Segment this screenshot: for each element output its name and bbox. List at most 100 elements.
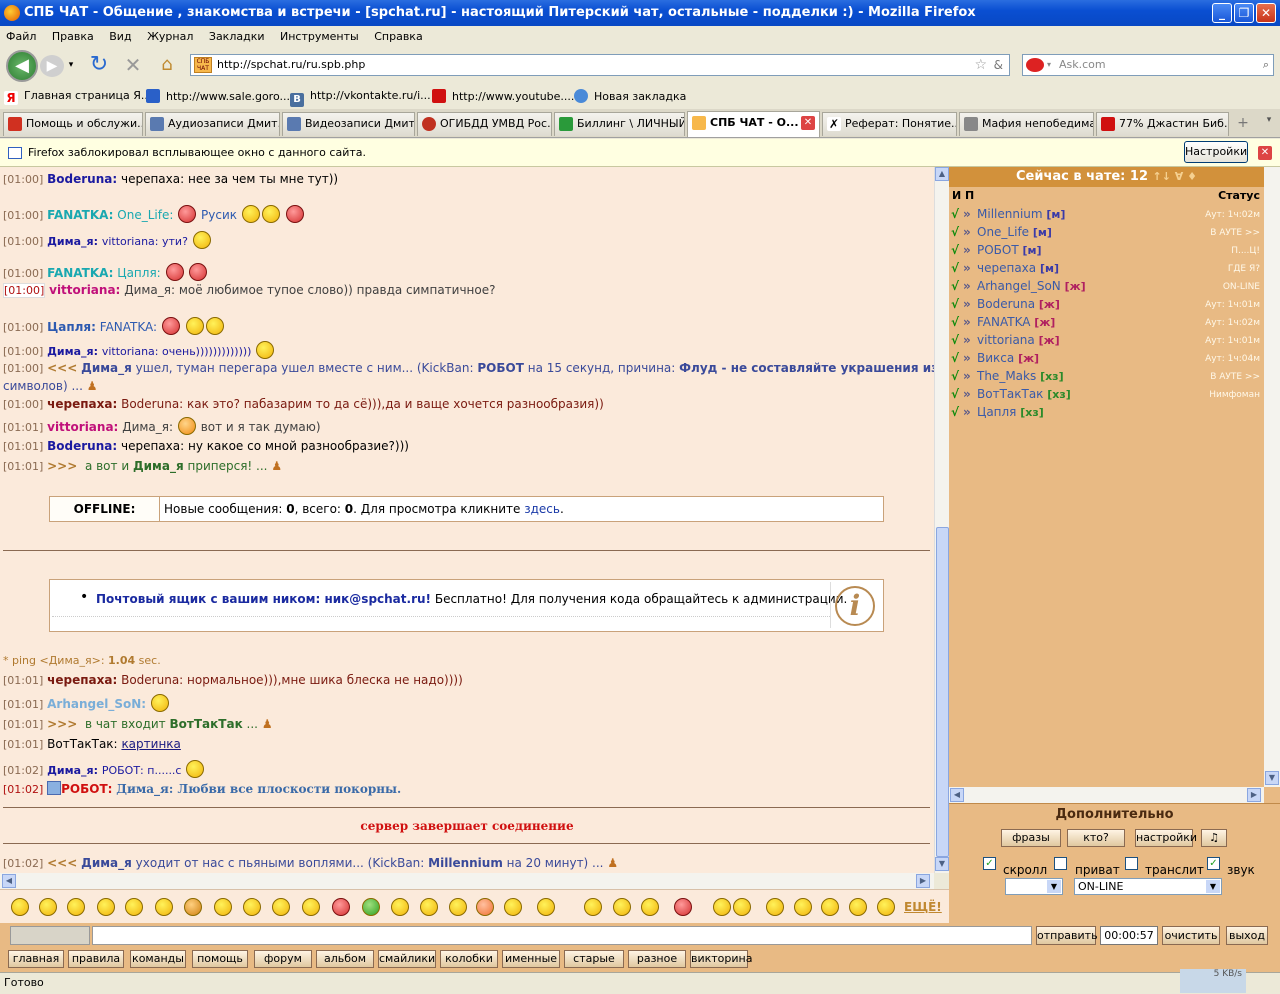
picture-link[interactable]: картинка xyxy=(121,737,180,751)
bookmark-star-icon[interactable]: ☆ xyxy=(974,55,987,75)
sound-checkbox[interactable]: ✓ xyxy=(1207,857,1220,870)
nav-main-button[interactable]: главная xyxy=(8,950,64,968)
tab-list-icon[interactable]: ▾ xyxy=(1262,115,1276,135)
smile-icon[interactable] xyxy=(713,898,731,916)
bookmark-vkontakte[interactable]: Bhttp://vkontakte.ru/i... xyxy=(290,89,431,107)
nick[interactable]: Дима_я: xyxy=(47,235,98,248)
nick[interactable]: Дима_я xyxy=(81,361,132,375)
send-button[interactable]: отправить xyxy=(1036,926,1098,945)
nav-quiz-button[interactable]: викторина xyxy=(690,950,752,968)
bookmark-new[interactable]: Новая закладка xyxy=(574,89,686,103)
tab-referat[interactable]: ✗ Реферат: Понятие... xyxy=(822,112,957,136)
menu-tools[interactable]: Инструменты xyxy=(274,26,365,43)
menu-bookmarks[interactable]: Закладки xyxy=(203,26,271,43)
nick[interactable]: черепаха: xyxy=(47,673,117,687)
music-icon[interactable]: ♫ xyxy=(1201,829,1227,847)
nav-album-button[interactable]: альбом xyxy=(316,950,374,968)
tab-help[interactable]: Помощь и обслужи... xyxy=(3,112,143,136)
nick[interactable]: Boderuna: xyxy=(47,439,117,453)
menu-file[interactable]: Файл xyxy=(0,26,42,43)
smile-icon[interactable] xyxy=(125,898,143,916)
smile-icon[interactable] xyxy=(504,898,522,916)
user-name[interactable]: FANATKA [ж] xyxy=(977,313,1055,332)
bookmark-yandex[interactable]: Я Главная страница Я... xyxy=(4,89,151,105)
user-name[interactable]: vittoriana [ж] xyxy=(977,331,1060,350)
chat-horizontal-scrollbar[interactable]: ◀ ▶ xyxy=(0,873,934,889)
translit-checkbox[interactable] xyxy=(1125,857,1138,870)
user-name[interactable]: черепаха [м] xyxy=(977,259,1059,278)
user-name[interactable]: The_Maks [хз] xyxy=(977,367,1064,386)
user-name[interactable]: One_Life [м] xyxy=(977,223,1052,242)
cool-smiley-icon[interactable] xyxy=(214,898,232,916)
more-smileys-link[interactable]: ЕЩЁ! xyxy=(904,900,942,914)
nick[interactable]: РОБОТ xyxy=(477,361,524,375)
column-name[interactable]: И П xyxy=(952,187,974,205)
love-smiley-icon[interactable] xyxy=(332,898,350,916)
user-name[interactable]: ВотТакТак [хз] xyxy=(977,385,1071,404)
user-row[interactable]: √» Millennium [м] Аут: 1ч:02м xyxy=(949,205,1264,223)
page-action-icon[interactable]: & xyxy=(994,55,1003,75)
home-icon[interactable]: ⌂ xyxy=(156,51,178,79)
tab-spbchat[interactable]: СПБ ЧАТ - О... ✕ xyxy=(687,111,820,137)
wink-smiley-icon[interactable] xyxy=(794,898,812,916)
close-button[interactable]: ✕ xyxy=(1256,3,1276,23)
forward-arrow-icon[interactable]: ▶ xyxy=(40,55,64,77)
scroll-right-icon[interactable]: ▶ xyxy=(1247,788,1261,802)
private-arrow-icon[interactable]: » xyxy=(963,367,971,385)
nav-commands-button[interactable]: команды xyxy=(130,950,186,968)
engine-dropdown-icon[interactable]: ▾ xyxy=(1047,55,1051,75)
user-name[interactable]: Викса [ж] xyxy=(977,349,1039,368)
url-bar[interactable]: СПБ ЧАТ http://spchat.ru/ru.spb.php ☆ & xyxy=(190,54,1010,76)
user-row[interactable]: √» черепаха [м] ГДЕ Я? xyxy=(949,259,1264,277)
reload-icon[interactable]: ↻ xyxy=(88,51,110,79)
nick[interactable]: Arhangel_SoN: xyxy=(47,697,146,711)
user-row[interactable]: √» vittoriana [ж] Аут: 1ч:01м xyxy=(949,331,1264,349)
private-arrow-icon[interactable]: » xyxy=(963,259,971,277)
user-row[interactable]: √» ВотТакТак [хз] Нимфоман xyxy=(949,385,1264,403)
tongue-smiley-icon[interactable] xyxy=(302,898,320,916)
smile-icon[interactable] xyxy=(11,898,29,916)
minimize-button[interactable]: _ xyxy=(1212,3,1232,23)
tab-close-icon[interactable]: ✕ xyxy=(801,116,815,130)
exit-button[interactable]: выход xyxy=(1226,926,1268,945)
scroll-up-icon[interactable]: ▲ xyxy=(935,167,949,181)
menu-help[interactable]: Справка xyxy=(368,26,428,43)
new-tab-icon[interactable]: + xyxy=(1232,115,1254,135)
nick[interactable]: FANATKA: xyxy=(47,266,113,280)
settings-button[interactable]: настройки xyxy=(1135,829,1197,847)
user-list-scrollbar[interactable]: ▼ xyxy=(1264,167,1280,787)
nick[interactable]: vittoriana: xyxy=(47,420,118,434)
user-row[interactable]: √» Arhangel_SoN [ж] ON-LINE xyxy=(949,277,1264,295)
column-status[interactable]: Статус xyxy=(1218,187,1260,205)
smile-icon[interactable] xyxy=(584,898,602,916)
scroll-down-icon[interactable]: ▼ xyxy=(1265,771,1279,785)
smile-icon[interactable] xyxy=(613,898,631,916)
recipient-field[interactable] xyxy=(10,926,90,945)
smile-icon[interactable] xyxy=(39,898,57,916)
ask-engine-icon[interactable] xyxy=(1026,58,1044,72)
nav-old-button[interactable]: старые xyxy=(564,950,624,968)
search-bar[interactable]: ▾ Ask.com ⌕ xyxy=(1022,54,1274,76)
close-icon[interactable]: ✕ xyxy=(1258,146,1272,160)
nick[interactable]: Дима_я: xyxy=(47,764,98,777)
private-arrow-icon[interactable]: » xyxy=(963,223,971,241)
smile-icon[interactable] xyxy=(821,898,839,916)
sort-icons[interactable]: ↑↓ ∀ ♦ xyxy=(1153,170,1197,183)
nick[interactable]: ВотТакТак xyxy=(170,717,243,731)
devil-smiley-icon[interactable] xyxy=(674,898,692,916)
private-arrow-icon[interactable]: » xyxy=(963,403,971,421)
user-row[interactable]: √» Boderuna [ж] Аут: 1ч:01м xyxy=(949,295,1264,313)
menu-view[interactable]: Вид xyxy=(103,26,137,43)
wink-smiley-icon[interactable] xyxy=(733,898,751,916)
menu-edit[interactable]: Правка xyxy=(46,26,100,43)
tab-gibdd[interactable]: ОГИБДД УМВД Рос... xyxy=(417,112,552,136)
scroll-checkbox[interactable]: ✓ xyxy=(983,857,996,870)
private-arrow-icon[interactable]: » xyxy=(963,295,971,313)
search-icon[interactable]: ⌕ xyxy=(1263,55,1269,75)
private-arrow-icon[interactable]: » xyxy=(963,277,971,295)
grin-smiley-icon[interactable] xyxy=(67,898,85,916)
settings-button[interactable]: Настройки xyxy=(1184,141,1248,163)
user-name[interactable]: Arhangel_SoN [ж] xyxy=(977,277,1086,296)
private-arrow-icon[interactable]: » xyxy=(963,349,971,367)
scared-smiley-icon[interactable] xyxy=(877,898,895,916)
